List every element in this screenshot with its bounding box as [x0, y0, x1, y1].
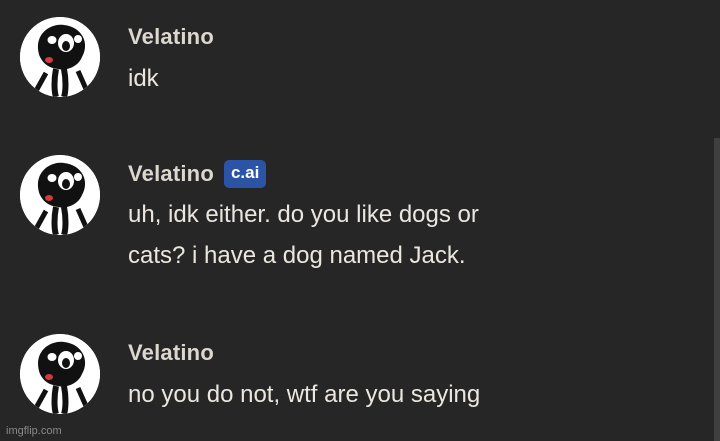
screaming-face-avatar-icon [20, 334, 100, 414]
watermark: imgflip.com [6, 425, 62, 437]
avatar[interactable] [20, 155, 100, 235]
screaming-face-avatar-icon [20, 17, 100, 97]
message-text-line: cats? i have a dog named Jack. [128, 242, 466, 269]
avatar[interactable] [20, 17, 100, 97]
message-text: idk [128, 65, 159, 92]
author-name[interactable]: Velatino [128, 161, 214, 187]
message-text: no you do not, wtf are you saying [128, 381, 481, 408]
cai-badge: c.ai [223, 160, 267, 188]
message-text-line: uh, idk either. do you like dogs or [128, 201, 479, 228]
chat-thread: Velatino idk Velatino c.ai uh, idk eithe… [0, 0, 720, 441]
scrollbar[interactable] [714, 138, 720, 441]
avatar[interactable] [20, 334, 100, 414]
screaming-face-avatar-icon [20, 155, 100, 235]
author-name[interactable]: Velatino [128, 24, 214, 50]
author-name[interactable]: Velatino [128, 340, 214, 366]
